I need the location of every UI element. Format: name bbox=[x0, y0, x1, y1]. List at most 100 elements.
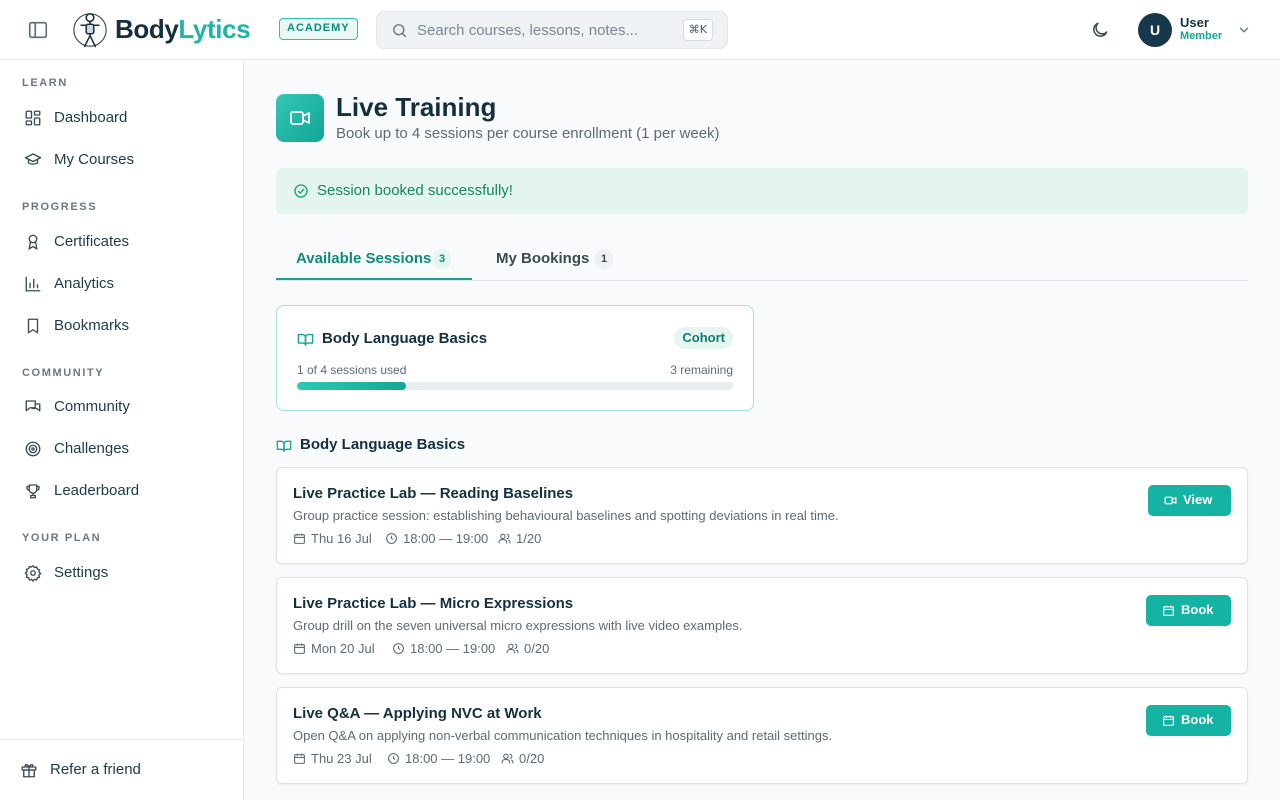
target-icon bbox=[24, 440, 42, 458]
enrollment-card: Body Language Basics Cohort 1 of 4 sessi… bbox=[276, 305, 754, 411]
video-icon bbox=[1164, 496, 1177, 505]
sidebar-item-label: Leaderboard bbox=[54, 482, 140, 499]
session-date-text: Thu 16 Jul bbox=[311, 531, 372, 546]
sessions-remaining-text: 3 remaining bbox=[670, 363, 733, 377]
tab-available-sessions[interactable]: Available Sessions 3 bbox=[276, 240, 472, 280]
chevron-down-icon[interactable] bbox=[1237, 23, 1251, 37]
graduation-cap-icon bbox=[24, 151, 42, 169]
sidebar-item-label: My Courses bbox=[54, 151, 135, 168]
sidebar-item-community[interactable]: Community bbox=[14, 390, 230, 424]
session-time-text: 18:00 — 19:00 bbox=[405, 751, 491, 766]
logo-icon[interactable] bbox=[71, 10, 109, 50]
book-session-label: Book bbox=[1181, 712, 1214, 727]
tab-label: My Bookings bbox=[496, 250, 590, 267]
session-description: Open Q&A on applying non-verbal communic… bbox=[293, 728, 833, 743]
session-title: Live Practice Lab — Reading Baselines bbox=[293, 485, 574, 502]
dark-mode-toggle-icon[interactable] bbox=[1090, 20, 1110, 40]
search-input[interactable] bbox=[417, 20, 649, 40]
search-bar[interactable]: ⌘K bbox=[376, 11, 728, 49]
refer-a-friend-link[interactable]: Refer a friend bbox=[10, 753, 226, 787]
sidebar-item-label: Analytics bbox=[54, 275, 115, 292]
brand-part-lytics: Lytics bbox=[178, 14, 251, 44]
book-open-icon bbox=[276, 440, 292, 452]
enrollment-title: Body Language Basics bbox=[322, 330, 488, 347]
tab-my-bookings[interactable]: My Bookings 1 bbox=[476, 240, 626, 280]
sidebar-item-challenges[interactable]: Challenges bbox=[14, 432, 230, 466]
sidebar-item-analytics[interactable]: Analytics bbox=[14, 267, 230, 301]
session-card: Live Practice Lab — Reading Baselines Gr… bbox=[276, 467, 1248, 564]
page-subtitle: Book up to 4 sessions per course enrollm… bbox=[336, 125, 720, 142]
refer-a-friend-label: Refer a friend bbox=[50, 761, 141, 778]
dashboard-icon bbox=[24, 109, 42, 127]
check-circle-icon bbox=[294, 184, 308, 198]
sidebar-section-your-plan: YOUR PLAN bbox=[22, 532, 102, 544]
brand-name[interactable]: BodyLytics bbox=[115, 13, 251, 45]
book-session-button[interactable]: Book bbox=[1146, 705, 1231, 736]
calendar-icon bbox=[1163, 715, 1174, 726]
session-description: Group drill on the seven universal micro… bbox=[293, 618, 743, 633]
search-shortcut-hint: ⌘K bbox=[682, 19, 713, 41]
session-description: Group practice session: establishing beh… bbox=[293, 508, 839, 523]
session-date-text: Thu 23 Jul bbox=[311, 751, 372, 766]
tab-count-badge: 3 bbox=[433, 249, 451, 269]
bookmark-icon bbox=[24, 317, 42, 335]
page-title: Live Training bbox=[336, 92, 497, 122]
clock-icon bbox=[386, 533, 397, 544]
gift-icon bbox=[20, 761, 38, 779]
course-group-label: Body Language Basics bbox=[300, 436, 466, 453]
users-icon bbox=[506, 643, 519, 654]
session-time-text: 18:00 — 19:00 bbox=[403, 531, 489, 546]
gear-icon bbox=[24, 564, 42, 582]
sidebar-toggle-icon[interactable] bbox=[27, 19, 49, 41]
sidebar-item-label: Community bbox=[54, 398, 130, 415]
search-icon bbox=[391, 22, 408, 39]
calendar-icon bbox=[294, 643, 305, 654]
session-time-text: 18:00 — 19:00 bbox=[410, 641, 496, 656]
sidebar-section-community: COMMUNITY bbox=[22, 367, 105, 379]
sidebar-item-my-courses[interactable]: My Courses bbox=[14, 143, 230, 177]
bar-chart-icon bbox=[24, 275, 42, 293]
users-icon bbox=[498, 533, 511, 544]
sidebar-item-leaderboard[interactable]: Leaderboard bbox=[14, 474, 230, 508]
sidebar-item-dashboard[interactable]: Dashboard bbox=[14, 101, 230, 135]
sessions-used-text: 1 of 4 sessions used bbox=[297, 363, 407, 377]
award-icon bbox=[24, 233, 42, 251]
calendar-icon bbox=[294, 533, 305, 544]
top-bar: BodyLytics ACADEMY ⌘K U User Member bbox=[0, 0, 1280, 60]
session-title: Live Q&A — Applying NVC at Work bbox=[293, 705, 542, 722]
user-role: Member bbox=[1180, 30, 1223, 42]
session-title: Live Practice Lab — Micro Expressions bbox=[293, 595, 574, 612]
clock-icon bbox=[388, 753, 399, 764]
calendar-icon bbox=[1163, 605, 1174, 616]
calendar-icon bbox=[294, 753, 305, 764]
book-session-label: Book bbox=[1181, 602, 1214, 617]
book-open-icon bbox=[297, 333, 314, 346]
book-session-button[interactable]: Book bbox=[1146, 595, 1231, 626]
tab-label: Available Sessions bbox=[296, 250, 432, 267]
session-date-text: Mon 20 Jul bbox=[311, 641, 375, 656]
avatar[interactable]: U bbox=[1138, 13, 1172, 47]
chat-icon bbox=[24, 398, 42, 416]
sidebar-item-settings[interactable]: Settings bbox=[14, 556, 230, 590]
users-icon bbox=[501, 753, 514, 764]
trophy-icon bbox=[24, 482, 42, 500]
success-alert: Session booked successfully! bbox=[276, 168, 1248, 214]
tab-count-badge: 1 bbox=[595, 249, 613, 269]
clock-icon bbox=[393, 643, 404, 654]
session-card: Live Q&A — Applying NVC at Work Open Q&A… bbox=[276, 687, 1248, 784]
academy-badge: ACADEMY bbox=[279, 18, 358, 40]
brand-part-body: Body bbox=[115, 14, 179, 44]
sidebar-item-label: Certificates bbox=[54, 233, 130, 250]
cohort-badge: Cohort bbox=[674, 327, 733, 349]
user-name[interactable]: User bbox=[1180, 15, 1209, 30]
session-capacity-text: 1/20 bbox=[516, 531, 542, 546]
sessions-progress-fill bbox=[297, 382, 406, 390]
view-session-label: View bbox=[1183, 492, 1213, 507]
view-session-button[interactable]: View bbox=[1148, 485, 1231, 516]
session-capacity-text: 0/20 bbox=[524, 641, 550, 656]
sidebar-item-bookmarks[interactable]: Bookmarks bbox=[14, 309, 230, 343]
sidebar-item-label: Dashboard bbox=[54, 109, 128, 126]
sidebar: LEARN Dashboard My Courses PROGRESS Cert… bbox=[0, 60, 244, 800]
sidebar-item-certificates[interactable]: Certificates bbox=[14, 225, 230, 259]
session-card: Live Practice Lab — Micro Expressions Gr… bbox=[276, 577, 1248, 674]
